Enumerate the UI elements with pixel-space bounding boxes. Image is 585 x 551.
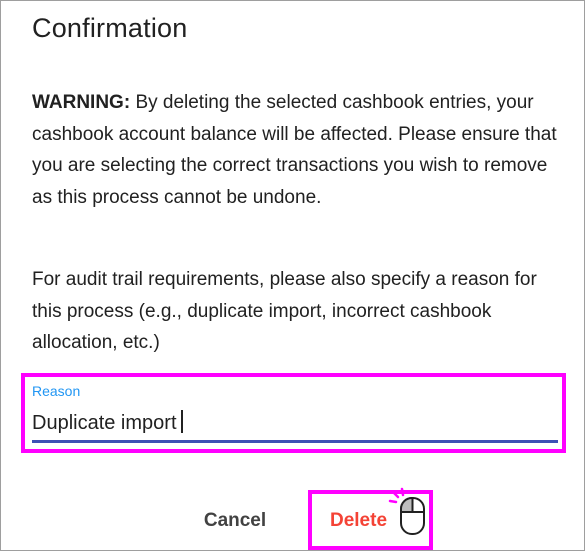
- dialog-title: Confirmation: [32, 13, 188, 43]
- reason-input[interactable]: [32, 406, 558, 440]
- text-caret: [181, 410, 183, 433]
- cancel-button[interactable]: Cancel: [197, 506, 273, 536]
- delete-button[interactable]: Delete: [321, 506, 396, 536]
- reason-field-underline: [32, 440, 558, 443]
- warning-label: WARNING:: [32, 92, 131, 113]
- reason-field-label: Reason: [32, 383, 81, 399]
- confirmation-dialog: Confirmation WARNING: By deleting the se…: [0, 0, 585, 551]
- audit-message: For audit trail requirements, please als…: [32, 269, 537, 353]
- warning-message: WARNING: By deleting the selected cashbo…: [32, 87, 567, 213]
- mouse-click-icon: [388, 487, 425, 535]
